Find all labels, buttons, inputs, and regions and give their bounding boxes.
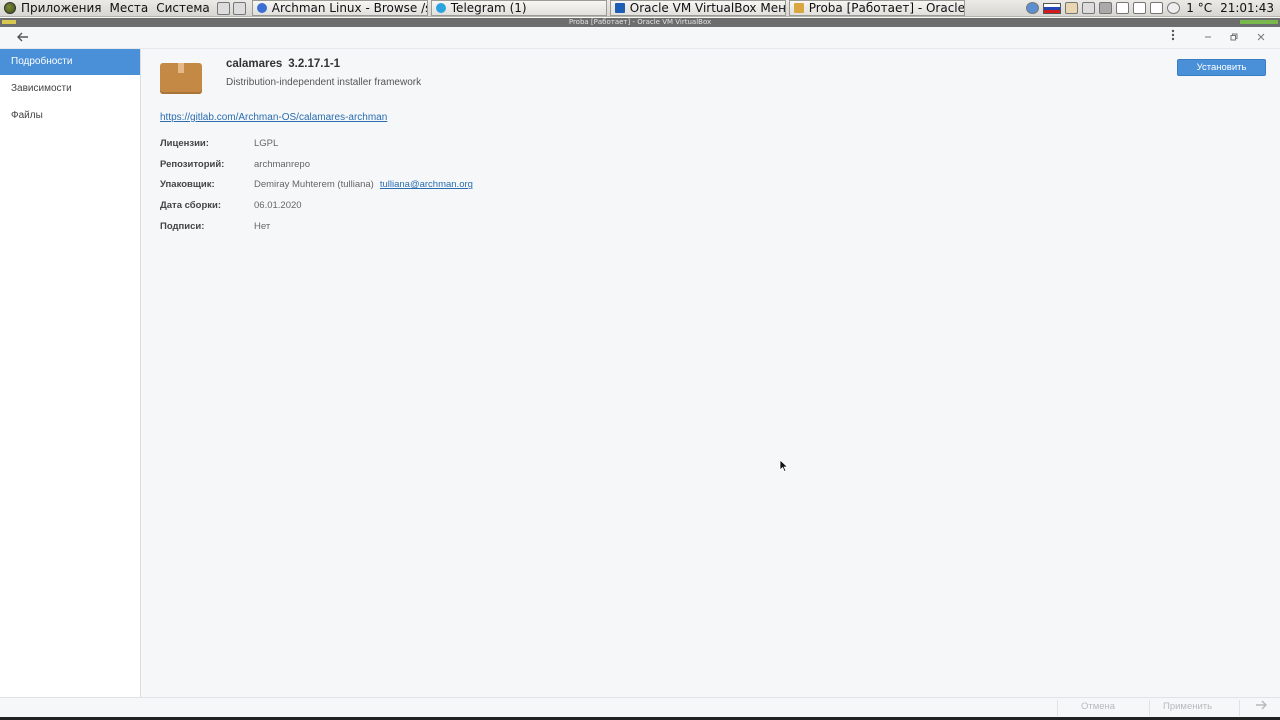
- footer-separator: [1239, 700, 1240, 716]
- property-value: Нет: [254, 220, 271, 232]
- sidebar-item-files[interactable]: Файлы: [0, 103, 140, 129]
- sidebar: Подробности Зависимости Файлы: [0, 49, 141, 697]
- forward-arrow-icon[interactable]: [1255, 700, 1267, 714]
- restore-icon[interactable]: [1225, 29, 1243, 47]
- packager-email-link[interactable]: tulliana@archman.org: [380, 179, 473, 190]
- property-label: Дата сборки:: [160, 199, 222, 211]
- taskbar-item-label: Telegram (1): [450, 1, 527, 15]
- vm-window-icon: [793, 3, 804, 13]
- screenshot-launcher-icon[interactable]: [216, 1, 230, 15]
- property-label: Упаковщик:: [160, 179, 215, 191]
- minimize-icon[interactable]: [1199, 29, 1217, 47]
- clock[interactable]: 21:01:43: [1220, 1, 1274, 15]
- taskbar-item-browser[interactable]: Archman Linux - Browse /st...: [251, 0, 428, 16]
- app-header-bar: [0, 27, 1280, 49]
- package-properties: Лицензии: LGPL Репозиторий: archmanrepo …: [160, 133, 473, 236]
- action-footer: Отмена Применить: [0, 697, 1280, 717]
- package-url-link[interactable]: https://gitlab.com/Archman-OS/calamares-…: [160, 112, 387, 123]
- weather-temperature[interactable]: 1 °C: [1186, 1, 1212, 15]
- package-title: calamares 3.2.17.1-1: [226, 58, 340, 70]
- applications-menu[interactable]: Приложения: [0, 0, 106, 17]
- telegram-icon: [435, 3, 446, 13]
- footer-separator: [1057, 700, 1058, 716]
- property-value: archmanrepo: [254, 158, 310, 170]
- cancel-button[interactable]: Отмена: [1081, 701, 1115, 715]
- package-box-icon: [160, 63, 202, 94]
- sidebar-item-dependencies[interactable]: Зависимости: [0, 76, 140, 102]
- browser-icon: [256, 3, 267, 13]
- keyboard-layout-flag-icon[interactable]: [1043, 2, 1062, 14]
- package-details-panel: calamares 3.2.17.1-1 Distribution-indepen…: [141, 49, 1280, 697]
- scroll-lock-indicator-icon: [1150, 2, 1164, 14]
- close-icon[interactable]: [1252, 29, 1270, 47]
- applications-menu-label: Приложения: [21, 1, 102, 15]
- package-version: 3.2.17.1-1: [288, 58, 341, 70]
- property-value: LGPL: [254, 137, 279, 149]
- clipboard-icon[interactable]: [1065, 2, 1079, 14]
- update-notifier-icon[interactable]: [1026, 2, 1040, 14]
- system-tray: 1 °C 21:01:43: [1022, 0, 1280, 17]
- volume-icon[interactable]: [1082, 2, 1096, 14]
- kebab-menu-icon[interactable]: [1164, 29, 1182, 47]
- taskbar-item-label: Oracle VM VirtualBox Мене...: [629, 1, 786, 15]
- network-signal-icon[interactable]: [1099, 2, 1113, 14]
- calendar-launcher-icon[interactable]: [232, 1, 246, 15]
- places-menu[interactable]: Места: [106, 0, 153, 17]
- property-value: 06.01.2020: [254, 199, 302, 211]
- top-panel: Приложения Места Система Archman Linux -…: [0, 0, 1280, 17]
- taskbar-item-label: Archman Linux - Browse /st...: [271, 1, 427, 15]
- property-label: Репозиторий:: [160, 158, 225, 170]
- system-menu[interactable]: Система: [152, 0, 214, 17]
- taskbar-item-virtualbox-manager[interactable]: Oracle VM VirtualBox Мене...: [609, 0, 786, 16]
- package-box-tape: [178, 63, 184, 73]
- weather-icon[interactable]: [1167, 2, 1181, 14]
- caps-lock-indicator-icon: [1116, 2, 1130, 14]
- title-decoration: [1240, 20, 1278, 24]
- footer-separator: [1149, 700, 1150, 716]
- apply-button[interactable]: Применить: [1163, 701, 1212, 715]
- distro-logo-icon: [4, 2, 16, 14]
- package-description: Distribution-independent installer frame…: [226, 77, 422, 88]
- virtualbox-icon: [614, 3, 625, 13]
- taskbar-item-vm-proba[interactable]: Proba [Работает] - Oracle ...: [788, 0, 965, 16]
- num-lock-indicator-icon: [1133, 2, 1147, 14]
- property-row-repository: Репозиторий: archmanrepo: [160, 154, 473, 175]
- taskbar-item-label: Proba [Работает] - Oracle ...: [808, 1, 965, 15]
- package-name: calamares: [226, 58, 283, 70]
- property-row-licenses: Лицензии: LGPL: [160, 133, 473, 154]
- virtualbox-title-text: Proba [Работает] - Oracle VM VirtualBox: [568, 18, 712, 26]
- property-label: Лицензии:: [160, 137, 209, 149]
- mouse-pointer-icon: [779, 459, 789, 473]
- virtualbox-window-title: Proba [Работает] - Oracle VM VirtualBox: [0, 18, 1280, 27]
- property-label: Подписи:: [160, 220, 205, 232]
- back-arrow-icon[interactable]: [14, 29, 32, 47]
- install-button[interactable]: Установить: [1177, 59, 1266, 76]
- taskbar-item-telegram[interactable]: Telegram (1): [430, 0, 607, 16]
- property-row-build-date: Дата сборки: 06.01.2020: [160, 195, 473, 216]
- sidebar-item-details[interactable]: Подробности: [0, 49, 140, 75]
- property-row-signatures: Подписи: Нет: [160, 216, 473, 237]
- title-decoration: [2, 20, 16, 24]
- property-value: Demiray Muhterem (tulliana): [254, 179, 374, 191]
- property-row-packager: Упаковщик: Demiray Muhterem (tulliana) t…: [160, 174, 473, 195]
